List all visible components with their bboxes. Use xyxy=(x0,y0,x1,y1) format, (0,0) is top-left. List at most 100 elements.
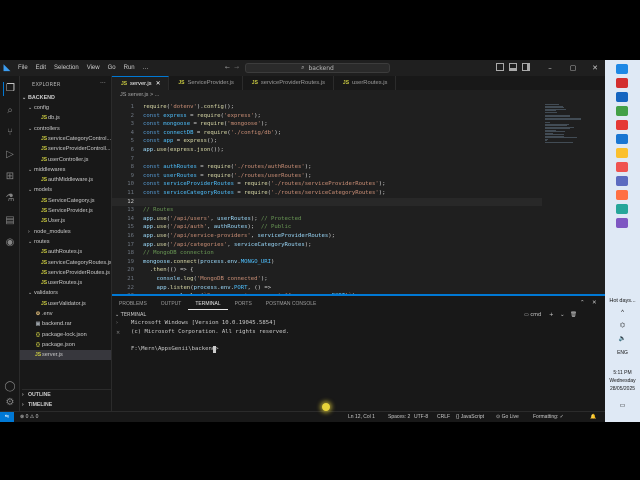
language-mode[interactable]: {} JavaScript xyxy=(456,412,484,422)
remote-explorer-icon[interactable]: ▤ xyxy=(3,214,17,228)
close-panel-icon[interactable]: ✕ xyxy=(592,300,597,306)
gear-icon[interactable]: ⚙ xyxy=(3,396,17,410)
problems-count[interactable]: ⊗ 0 ⚠ 0 xyxy=(20,412,38,422)
editor-tab[interactable]: JS userRoutes.js xyxy=(334,76,397,90)
folder-item[interactable]: ⌄ controllers xyxy=(20,124,111,134)
end-of-line[interactable]: CRLF xyxy=(437,412,450,422)
postman-icon[interactable]: ◉ xyxy=(3,236,17,250)
maximize-panel-icon[interactable]: ⌃ xyxy=(580,300,585,306)
panel-tab[interactable]: PORTS xyxy=(228,298,259,310)
code-line[interactable]: 12 xyxy=(112,197,542,207)
code-line[interactable]: 9 const userRoutes = require('./routes/us… xyxy=(112,172,542,181)
indentation[interactable]: Spaces: 2 xyxy=(388,412,410,422)
menu-item[interactable]: Go xyxy=(104,65,120,71)
code-line[interactable]: 1 require('dotenv').config(); xyxy=(112,103,542,112)
file-item[interactable]: JSauthMiddleware.js xyxy=(20,175,111,185)
source-control-icon[interactable]: ⑂ xyxy=(3,126,17,140)
outline-section[interactable]: › OUTLINE xyxy=(22,389,111,399)
volume-icon[interactable]: 🔈 xyxy=(605,335,640,342)
account-icon[interactable]: ◯ xyxy=(3,380,17,394)
panel-tab[interactable]: POSTMAN CONSOLE xyxy=(259,298,324,310)
code-line[interactable]: 3 const mongoose = require('mongoose'); xyxy=(112,120,542,129)
search-icon[interactable]: ⌕ xyxy=(3,104,17,118)
taskbar-app-icon[interactable] xyxy=(616,92,628,102)
file-item[interactable]: JSserviceCategoryControl... xyxy=(20,134,111,144)
menu-item[interactable]: Selection xyxy=(50,65,83,71)
taskbar-app-icon[interactable] xyxy=(616,120,628,130)
code-line[interactable]: 14 app.use('/api/users', userRoutes); // … xyxy=(112,215,542,224)
cursor-position[interactable]: Ln 12, Col 1 xyxy=(348,412,375,422)
menu-item[interactable]: File xyxy=(14,65,32,71)
menu-item[interactable]: Edit xyxy=(32,65,50,71)
code-line[interactable]: 22 app.listen(process.env.PORT, () => xyxy=(112,284,542,293)
layout-sidebar-icon[interactable] xyxy=(496,63,504,71)
panel-tab[interactable]: PROBLEMS xyxy=(112,298,154,310)
file-item[interactable]: JSserviceProviderControll... xyxy=(20,144,111,154)
code-line[interactable]: 10 const serviceProviderRoutes = require(… xyxy=(112,180,542,189)
folder-item[interactable]: ⌄ routes xyxy=(20,237,111,247)
taskbar-app-icon[interactable] xyxy=(616,162,628,172)
clock-time[interactable]: 5:11 PM xyxy=(605,370,640,376)
minimap[interactable] xyxy=(545,104,595,144)
timeline-section[interactable]: › TIMELINE xyxy=(22,400,52,410)
maximize-icon[interactable]: ▢ xyxy=(566,62,580,74)
panel-tab[interactable]: TERMINAL xyxy=(188,298,228,310)
clock-date[interactable]: 28/05/2025 xyxy=(605,386,640,392)
taskbar-app-icon[interactable] xyxy=(616,204,628,214)
close-icon[interactable]: ✕ xyxy=(588,62,602,74)
taskbar-app-icon[interactable] xyxy=(616,190,628,200)
editor-tab[interactable]: JS server.js ✕ xyxy=(112,76,170,90)
taskbar-app-icon[interactable] xyxy=(616,176,628,186)
menu-item[interactable]: Run xyxy=(120,65,139,71)
testing-icon[interactable]: ⚗ xyxy=(3,192,17,206)
code-line[interactable]: 16 app.use('/api/service-providers', serv… xyxy=(112,232,542,241)
folder-item[interactable]: ⌄ validators xyxy=(20,288,111,298)
remote-icon[interactable]: ⇋ xyxy=(0,412,14,422)
clock-day[interactable]: Wednesday xyxy=(605,378,640,384)
breadcrumb[interactable]: JS server.js > ... xyxy=(120,92,159,98)
file-item[interactable]: JSdb.js xyxy=(20,113,111,123)
notification-icon[interactable]: ▭ xyxy=(605,402,640,409)
code-line[interactable]: 6 app.use(express.json()); xyxy=(112,146,542,155)
code-line[interactable]: 21 console.log('MongoDB connected'); xyxy=(112,275,542,284)
code-line[interactable]: 2 const express = require('express'); xyxy=(112,112,542,121)
panel-tab[interactable]: OUTPUT xyxy=(154,298,189,310)
layout-secondary-icon[interactable] xyxy=(522,63,530,71)
taskbar-app-icon[interactable] xyxy=(616,218,628,228)
tray-chevron-icon[interactable]: ^ xyxy=(605,310,640,316)
file-item[interactable]: JSuserController.js xyxy=(20,155,111,165)
language-indicator[interactable]: ENG xyxy=(605,350,640,356)
folder-item[interactable]: ⌄ config xyxy=(20,103,111,113)
file-item[interactable]: JSserviceProviderRoutes.js xyxy=(20,268,111,278)
encoding[interactable]: UTF-8 xyxy=(414,412,428,422)
terminal-close-icon[interactable]: × xyxy=(116,330,120,336)
file-item[interactable]: JSserviceCategoryRoutes.js xyxy=(20,258,111,268)
back-arrow-icon[interactable]: ← xyxy=(225,64,230,71)
file-item[interactable]: JSServiceCategory.js xyxy=(20,196,111,206)
taskbar-app-icon[interactable] xyxy=(616,106,628,116)
minimize-icon[interactable]: – xyxy=(543,62,557,74)
command-center-search[interactable]: ⌕ backend xyxy=(245,63,390,73)
code-line[interactable]: 13 // Routes xyxy=(112,206,542,215)
code-line[interactable]: 7 xyxy=(112,155,542,164)
folder-item[interactable]: ⌄ models xyxy=(20,185,111,195)
taskbar-app-icon[interactable] xyxy=(616,148,628,158)
file-item[interactable]: ▣ backend.rar xyxy=(20,319,111,329)
run-debug-icon[interactable]: ▷ xyxy=(3,148,17,162)
code-line[interactable]: 8 const authRoutes = require('./routes/au… xyxy=(112,163,542,172)
chevron-down-icon[interactable]: ⌄ xyxy=(560,312,565,318)
code-line[interactable]: 5 const app = express(); xyxy=(112,137,542,146)
terminal-shell-label[interactable]: ▭ cmd xyxy=(524,312,541,318)
forward-arrow-icon[interactable]: → xyxy=(234,64,239,71)
folder-item[interactable]: ⌄ middlewares xyxy=(20,165,111,175)
taskbar-app-icon[interactable] xyxy=(616,134,628,144)
weather-widget[interactable]: Hot days... xyxy=(605,298,640,304)
close-tab-icon[interactable]: ✕ xyxy=(156,81,161,87)
network-icon[interactable]: ⌬ xyxy=(605,322,640,329)
code-line[interactable]: 17 app.use('/api/categories', serviceCate… xyxy=(112,241,542,250)
file-item[interactable]: JSUser.js xyxy=(20,216,111,226)
taskbar-app-icon[interactable] xyxy=(616,64,628,74)
terminal-section-header[interactable]: ⌄ TERMINAL xyxy=(115,312,146,318)
code-line[interactable]: 15 app.use('/api/auth', authRoutes); // P… xyxy=(112,223,542,232)
layout-panel-icon[interactable] xyxy=(509,63,517,71)
